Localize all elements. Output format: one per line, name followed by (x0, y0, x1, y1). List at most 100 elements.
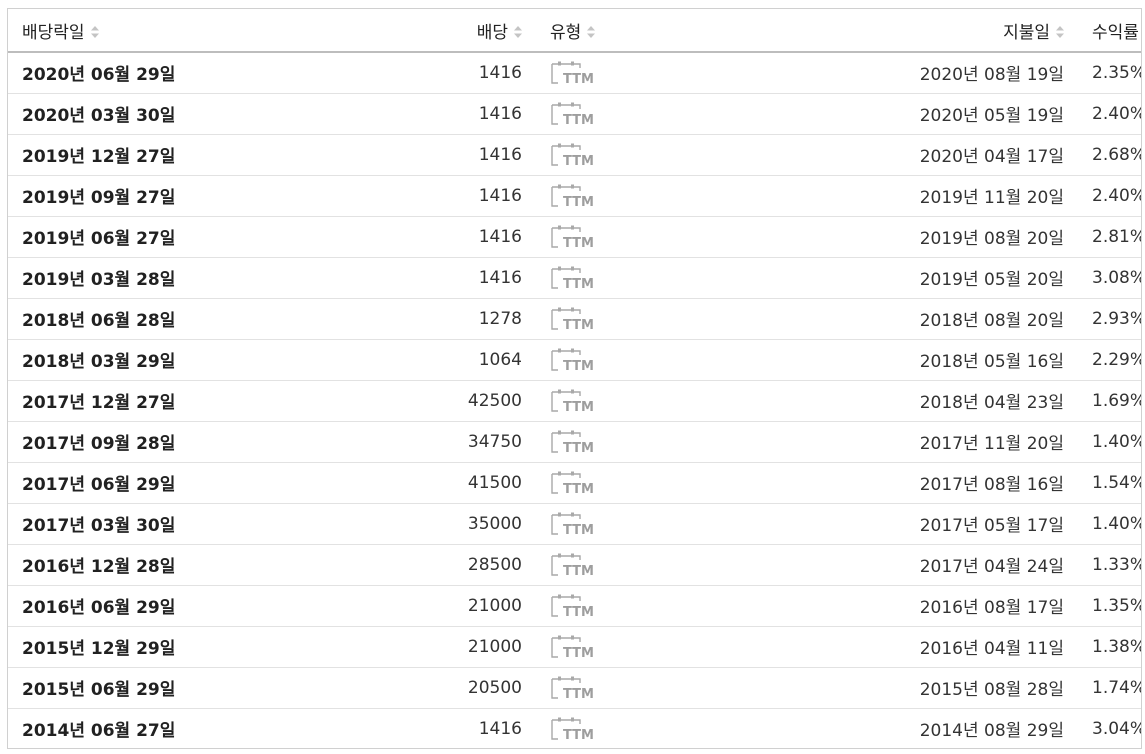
ex-date-cell: 2015년 06월 29일 (22, 680, 176, 700)
pay-date-cell: 2016년 08월 17일 (919, 598, 1064, 618)
header-row: 배당락일 배당 유형 지불일 수익률 (8, 9, 1141, 52)
yield-cell: 1.40% (1092, 513, 1142, 534)
type-cell: TTM (536, 667, 754, 708)
ex-date-cell: 2019년 03월 28일 (22, 270, 176, 290)
ttm-badge-text: TTM (563, 113, 594, 128)
dividend-cell: 28500 (467, 554, 522, 575)
dividend-cell: 1064 (478, 349, 522, 370)
ttm-calendar-icon: TTM (550, 717, 602, 743)
dividend-cell: 1416 (478, 718, 522, 739)
ttm-badge-text: TTM (563, 687, 594, 702)
table-row: 2017년 06월 29일 41500 TTM 2017년 08월 16일 1.… (8, 462, 1141, 503)
dividend-cell: 1416 (478, 103, 522, 124)
pay-date-cell: 2018년 08월 20일 (919, 311, 1064, 331)
header-ex-date[interactable]: 배당락일 (8, 9, 246, 52)
yield-cell: 3.04% (1092, 718, 1142, 739)
table-row: 2015년 06월 29일 20500 TTM 2015년 08월 28일 1.… (8, 667, 1141, 708)
table-row: 2017년 03월 30일 35000 TTM 2017년 05월 17일 1.… (8, 503, 1141, 544)
type-cell: TTM (536, 626, 754, 667)
yield-cell: 1.33% (1092, 554, 1142, 575)
type-cell: TTM (536, 462, 754, 503)
type-cell: TTM (536, 544, 754, 585)
dividend-cell: 42500 (467, 390, 522, 411)
table-row: 2017년 09월 28일 34750 TTM 2017년 11월 20일 1.… (8, 421, 1141, 462)
ttm-calendar-icon: TTM (550, 594, 602, 620)
table-row: 2019년 03월 28일 1416 TTM 2019년 05월 20일 3.0… (8, 257, 1141, 298)
ttm-calendar-icon: TTM (550, 266, 602, 292)
sort-icon[interactable] (514, 25, 522, 38)
sort-icon[interactable] (587, 25, 596, 38)
table-row: 2020년 03월 30일 1416 TTM 2020년 05월 19일 2.4… (8, 93, 1141, 134)
yield-cell: 2.81% (1092, 226, 1142, 247)
ex-date-cell: 2015년 12월 29일 (22, 639, 176, 659)
dividend-cell: 41500 (467, 472, 522, 493)
dividend-cell: 35000 (467, 513, 522, 534)
table-row: 2016년 12월 28일 28500 TTM 2017년 04월 24일 1.… (8, 544, 1141, 585)
pay-date-cell: 2018년 05월 16일 (919, 352, 1064, 372)
header-yield[interactable]: 수익률 (1078, 9, 1141, 52)
pay-date-cell: 2019년 05월 20일 (919, 270, 1064, 290)
pay-date-cell: 2020년 05월 19일 (919, 106, 1064, 126)
header-type[interactable]: 유형 (536, 9, 754, 52)
dividend-history-table: 배당락일 배당 유형 지불일 수익률 2020년 06월 29일 1416 TT… (7, 8, 1142, 749)
pay-date-cell: 2017년 05월 17일 (919, 516, 1064, 536)
yield-cell: 2.93% (1092, 308, 1142, 329)
type-cell: TTM (536, 503, 754, 544)
header-dividend[interactable]: 배당 (246, 9, 536, 52)
header-pay-date[interactable]: 지불일 (754, 9, 1078, 52)
yield-cell: 2.40% (1092, 185, 1142, 206)
dividend-cell: 34750 (467, 431, 522, 452)
type-cell: TTM (536, 93, 754, 134)
header-pay-date-label: 지불일 (1003, 22, 1050, 43)
ttm-calendar-icon: TTM (550, 635, 602, 661)
table-row: 2017년 12월 27일 42500 TTM 2018년 04월 23일 1.… (8, 380, 1141, 421)
ex-date-cell: 2014년 06월 27일 (22, 721, 176, 742)
yield-cell: 2.68% (1092, 144, 1142, 165)
ttm-badge-text: TTM (563, 523, 594, 538)
ex-date-cell: 2017년 12월 27일 (22, 393, 176, 413)
ttm-calendar-icon: TTM (550, 143, 602, 169)
ttm-badge-text: TTM (563, 400, 594, 415)
ex-date-cell: 2020년 03월 30일 (22, 106, 176, 126)
header-ex-date-label: 배당락일 (22, 22, 85, 43)
dividend-cell: 1416 (478, 62, 522, 83)
sort-icon[interactable] (1056, 25, 1064, 38)
dividend-cell: 21000 (467, 636, 522, 657)
type-cell: TTM (536, 585, 754, 626)
ttm-calendar-icon: TTM (550, 553, 602, 579)
ttm-badge-text: TTM (563, 482, 594, 497)
dividend-cell: 1416 (478, 267, 522, 288)
ex-date-cell: 2017년 06월 29일 (22, 475, 176, 495)
dividend-cell: 1416 (478, 226, 522, 247)
ttm-badge-text: TTM (563, 277, 594, 292)
yield-cell: 1.54% (1092, 472, 1142, 493)
yield-cell: 1.38% (1092, 636, 1142, 657)
ex-date-cell: 2018년 06월 28일 (22, 311, 176, 331)
ttm-badge-text: TTM (563, 72, 594, 87)
yield-cell: 2.35% (1092, 62, 1142, 83)
yield-cell: 1.40% (1092, 431, 1142, 452)
type-cell: TTM (536, 380, 754, 421)
ttm-calendar-icon: TTM (550, 184, 602, 210)
dividend-cell: 21000 (467, 595, 522, 616)
type-cell: TTM (536, 175, 754, 216)
pay-date-cell: 2019년 08월 20일 (919, 229, 1064, 249)
pay-date-cell: 2017년 11월 20일 (919, 434, 1064, 454)
type-cell: TTM (536, 421, 754, 462)
type-cell: TTM (536, 52, 754, 93)
dividend-cell: 1416 (478, 144, 522, 165)
sort-icon[interactable] (90, 25, 99, 38)
ttm-calendar-icon: TTM (550, 307, 602, 333)
ttm-calendar-icon: TTM (550, 430, 602, 456)
table-header: 배당락일 배당 유형 지불일 수익률 (8, 9, 1141, 52)
ex-date-cell: 2018년 03월 29일 (22, 352, 176, 372)
yield-cell: 2.40% (1092, 103, 1142, 124)
ttm-badge-text: TTM (563, 728, 594, 743)
type-cell: TTM (536, 298, 754, 339)
ttm-calendar-icon: TTM (550, 512, 602, 538)
ttm-badge-text: TTM (563, 359, 594, 374)
ex-date-cell: 2017년 09월 28일 (22, 434, 176, 454)
ttm-calendar-icon: TTM (550, 389, 602, 415)
pay-date-cell: 2019년 11월 20일 (919, 188, 1064, 208)
ttm-badge-text: TTM (563, 236, 594, 251)
